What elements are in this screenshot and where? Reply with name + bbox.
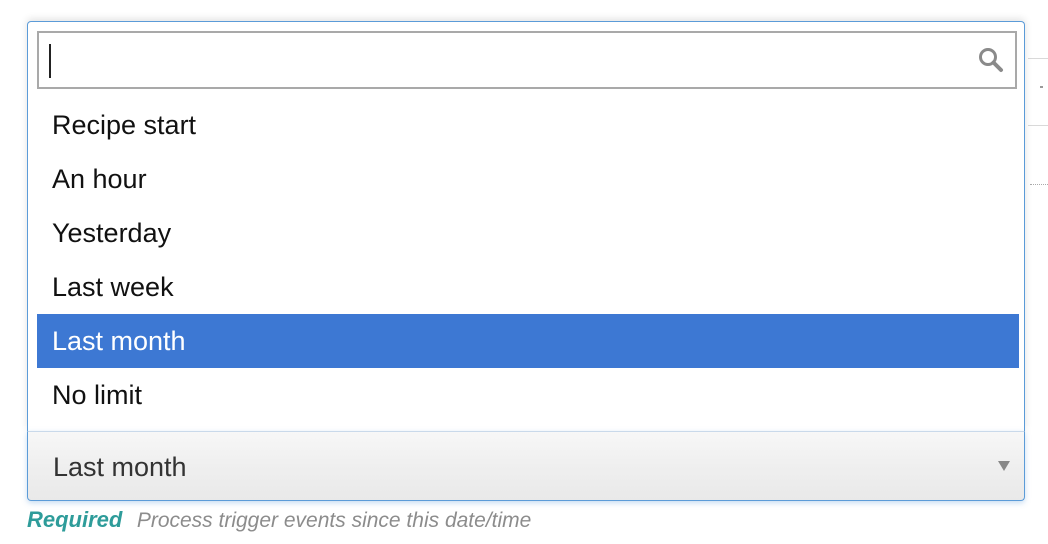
option-yesterday[interactable]: Yesterday <box>37 206 1019 260</box>
text-caret <box>49 44 51 78</box>
option-no-limit[interactable]: No limit <box>37 368 1019 422</box>
hint-text: Process trigger events since this date/t… <box>136 509 532 532</box>
search-icon[interactable] <box>977 46 1005 74</box>
background-fragment <box>1040 86 1043 88</box>
since-select[interactable]: Last month <box>27 431 1025 501</box>
required-label: Required <box>27 507 123 532</box>
option-an-hour[interactable]: An hour <box>37 152 1019 206</box>
field-hint: Required Process trigger events since th… <box>27 506 531 534</box>
option-recipe-start[interactable]: Recipe start <box>37 98 1019 152</box>
option-last-month[interactable]: Last month <box>37 314 1019 368</box>
option-last-week[interactable]: Last week <box>37 260 1019 314</box>
background-dotted-divider <box>1030 184 1048 185</box>
dropdown-panel: Recipe start An hour Yesterday Last week… <box>27 21 1025 431</box>
stage: Recipe start An hour Yesterday Last week… <box>0 0 1048 544</box>
select-value: Last month <box>53 452 187 482</box>
triangle-down-icon <box>998 461 1010 471</box>
background-divider <box>1028 125 1048 126</box>
search-box[interactable] <box>37 31 1017 89</box>
background-divider <box>1028 58 1048 59</box>
search-input[interactable] <box>39 33 969 87</box>
options-list: Recipe start An hour Yesterday Last week… <box>37 98 1019 422</box>
